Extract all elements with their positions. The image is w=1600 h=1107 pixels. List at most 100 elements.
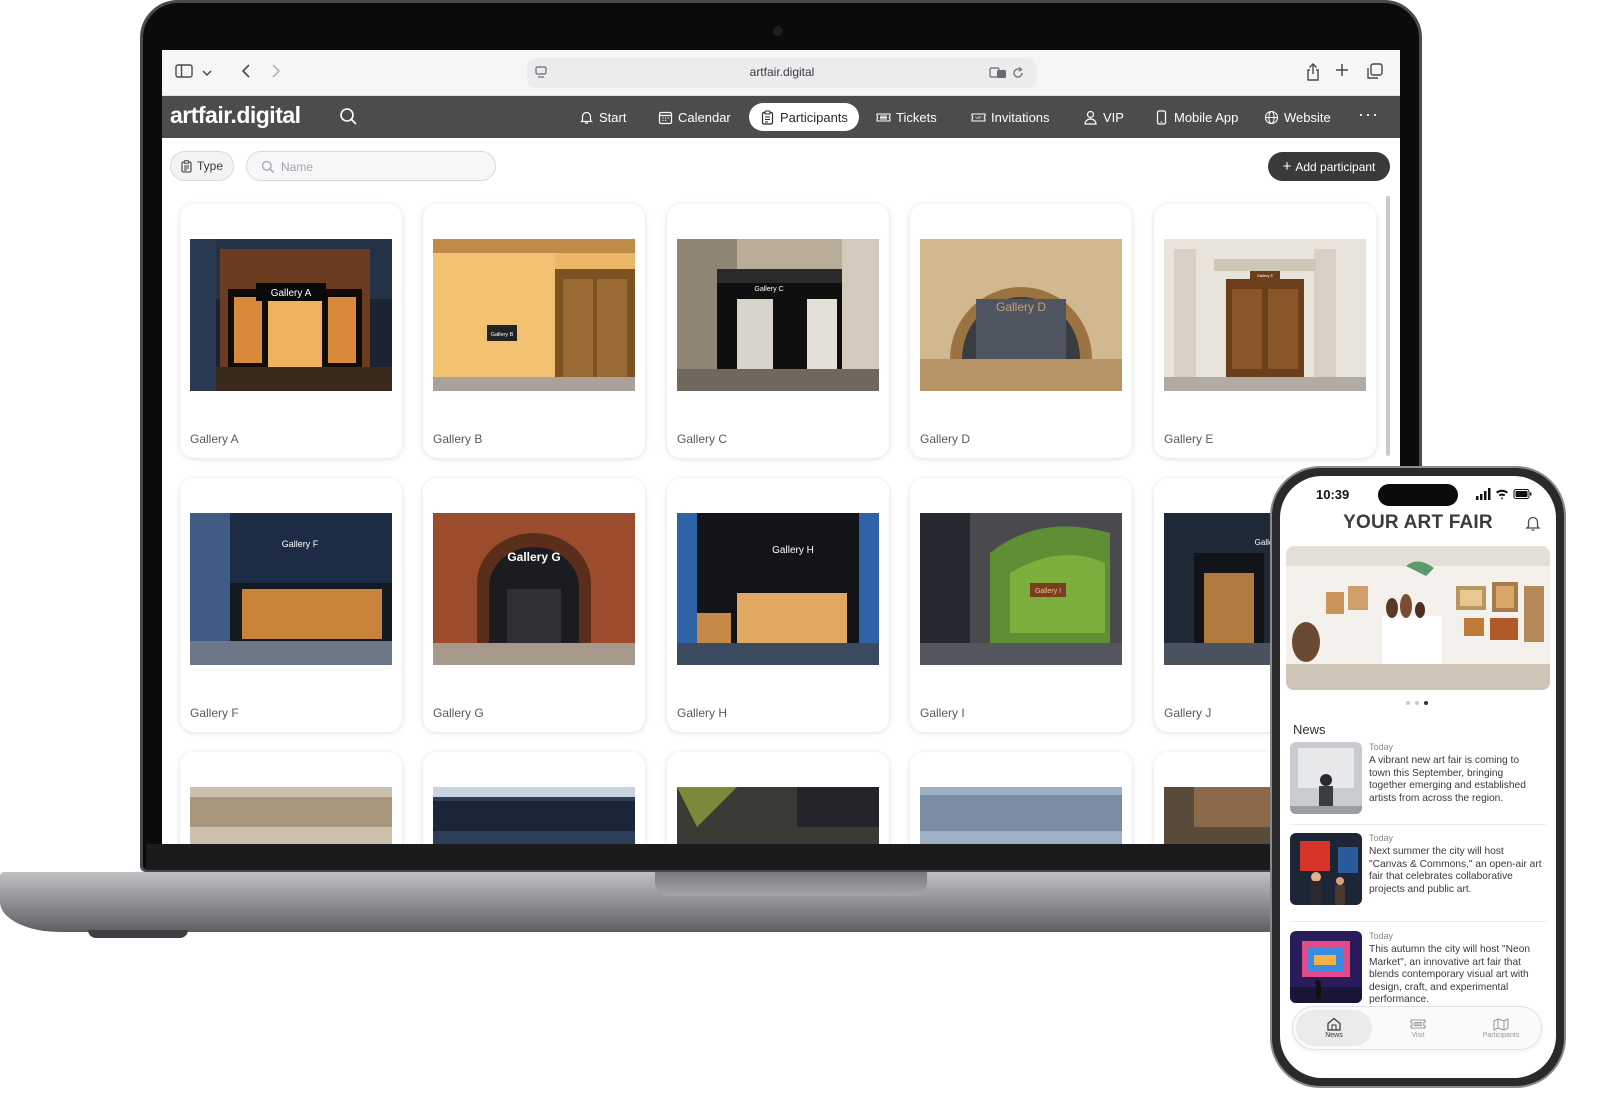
participant-sign: Gallery A bbox=[271, 288, 312, 299]
tab-overview-icon[interactable] bbox=[1366, 63, 1384, 83]
nav-item-invitations[interactable]: VIP Invitations bbox=[960, 103, 1061, 131]
participant-card[interactable] bbox=[180, 752, 402, 844]
new-tab-icon[interactable] bbox=[1334, 63, 1350, 83]
participant-sign: Gallery D bbox=[996, 300, 1046, 314]
translate-icon[interactable] bbox=[989, 67, 1007, 79]
tab-label: Visit bbox=[1411, 1032, 1425, 1039]
bell-icon[interactable] bbox=[1524, 514, 1542, 532]
nav-label: Website bbox=[1284, 109, 1331, 125]
tab-news[interactable]: News bbox=[1296, 1010, 1372, 1046]
participant-image: Gallery I bbox=[920, 513, 1122, 665]
nav-item-start[interactable]: Start bbox=[568, 103, 637, 131]
participant-name: Gallery G bbox=[433, 706, 484, 720]
type-filter-button[interactable]: Type bbox=[170, 151, 234, 181]
phone-icon bbox=[1156, 109, 1167, 125]
home-icon bbox=[1327, 1017, 1341, 1031]
address-bar[interactable]: artfair.digital bbox=[527, 58, 1037, 88]
nav-label: Invitations bbox=[991, 109, 1050, 125]
carousel-indicator[interactable] bbox=[1406, 701, 1434, 707]
participant-sign: Gallery F bbox=[282, 539, 319, 549]
participant-name: Gallery F bbox=[190, 706, 239, 720]
nav-label: Participants bbox=[780, 109, 848, 125]
app-logo[interactable]: artfair.digital bbox=[170, 102, 301, 129]
name-search-field[interactable] bbox=[246, 151, 496, 181]
featured-image-carousel[interactable] bbox=[1286, 546, 1550, 690]
participant-image: Gallery E bbox=[1164, 239, 1366, 391]
participant-image: Gallery A bbox=[190, 239, 392, 391]
more-menu-icon[interactable]: ··· bbox=[1358, 104, 1379, 125]
add-participant-label: Add participant bbox=[1295, 159, 1376, 174]
ticket-icon bbox=[1410, 1019, 1426, 1029]
participant-sign: Gallery I bbox=[1035, 588, 1061, 595]
svg-text:VIP: VIP bbox=[975, 115, 982, 120]
back-icon[interactable] bbox=[238, 63, 254, 83]
share-icon[interactable] bbox=[1305, 63, 1321, 83]
type-filter-label: Type bbox=[196, 159, 223, 173]
participant-name: Gallery C bbox=[677, 432, 728, 446]
news-divider bbox=[1290, 921, 1546, 922]
forward-icon[interactable] bbox=[268, 63, 284, 83]
add-participant-button[interactable]: + Add participant bbox=[1268, 152, 1390, 181]
participant-card[interactable] bbox=[910, 752, 1132, 844]
participant-name: Gallery B bbox=[433, 432, 483, 446]
status-icons bbox=[1476, 488, 1532, 500]
reload-icon[interactable] bbox=[1012, 67, 1024, 79]
phone-screen: 10:39 YOUR ART FAIR News Today A vibrant… bbox=[1280, 476, 1556, 1078]
search-icon[interactable] bbox=[338, 106, 360, 128]
tab-participants[interactable]: Participants bbox=[1463, 1010, 1539, 1046]
news-heading: News bbox=[1293, 722, 1326, 737]
map-icon bbox=[1493, 1018, 1509, 1031]
chevron-down-icon[interactable] bbox=[200, 63, 214, 83]
nav-item-participants[interactable]: Participants bbox=[749, 103, 859, 131]
news-date: Today bbox=[1369, 742, 1394, 752]
participant-card[interactable] bbox=[667, 752, 889, 844]
news-divider bbox=[1290, 824, 1546, 825]
participant-image: Gallery C bbox=[677, 239, 879, 391]
participant-image: Gallery G bbox=[433, 513, 635, 665]
status-time: 10:39 bbox=[1316, 487, 1350, 502]
participant-card[interactable]: Gallery C Gallery C bbox=[667, 204, 889, 458]
participant-card[interactable]: Gallery H Gallery H bbox=[667, 478, 889, 732]
nav-item-mobile-app[interactable]: Mobile App bbox=[1143, 103, 1249, 131]
laptop-notch bbox=[655, 872, 927, 896]
name-search-input[interactable] bbox=[281, 157, 481, 177]
participant-sign: Gallery C bbox=[754, 286, 783, 293]
participants-grid: Gallery A Gallery A Gallery B Gallery B … bbox=[162, 190, 1400, 844]
tab-visit[interactable]: Visit bbox=[1380, 1010, 1456, 1046]
participant-card[interactable]: Gallery B Gallery B bbox=[423, 204, 645, 458]
clipboard-icon bbox=[181, 159, 192, 173]
participant-image: Gallery B bbox=[433, 239, 635, 391]
nav-label: Start bbox=[599, 109, 627, 125]
grid-scrollbar[interactable] bbox=[1386, 196, 1390, 456]
sidebar-toggle-icon[interactable] bbox=[174, 63, 194, 83]
participant-image: Gallery D bbox=[920, 239, 1122, 391]
participant-image: Gallery F bbox=[190, 513, 392, 665]
news-date: Today bbox=[1369, 931, 1394, 941]
participant-card[interactable]: Gallery F Gallery F bbox=[180, 478, 402, 732]
nav-item-website[interactable]: Website bbox=[1253, 103, 1342, 131]
nav-item-vip[interactable]: VIP bbox=[1072, 103, 1135, 131]
browser-toolbar: artfair.digital bbox=[162, 50, 1400, 96]
participant-card[interactable]: Gallery E Gallery E bbox=[1154, 204, 1376, 458]
news-text: A vibrant new art fair is coming to town… bbox=[1369, 755, 1526, 804]
nav-item-tickets[interactable]: Tickets bbox=[865, 103, 948, 131]
participant-card[interactable]: Gallery I Gallery I bbox=[910, 478, 1132, 732]
news-thumbnail bbox=[1290, 931, 1362, 1003]
participant-card[interactable] bbox=[423, 752, 645, 844]
ticket-icon bbox=[876, 112, 891, 122]
participant-card[interactable]: Gallery G Gallery G bbox=[423, 478, 645, 732]
tab-label: Participants bbox=[1482, 1032, 1520, 1039]
bell-icon bbox=[580, 111, 593, 124]
nav-item-calendar[interactable]: Calendar bbox=[647, 103, 742, 131]
camera-dot bbox=[773, 26, 783, 36]
participant-name: Gallery E bbox=[1164, 432, 1214, 446]
participant-card[interactable]: Gallery A Gallery A bbox=[180, 204, 402, 458]
clipboard-icon bbox=[761, 109, 774, 125]
user-icon bbox=[1084, 110, 1097, 125]
laptop-chin bbox=[146, 844, 1418, 870]
participant-image bbox=[920, 787, 1122, 844]
participant-card[interactable]: Gallery D Gallery D bbox=[910, 204, 1132, 458]
tab-label: News bbox=[1325, 1032, 1343, 1039]
participant-name: Gallery I bbox=[920, 706, 965, 720]
participant-image: Gallery H bbox=[677, 513, 879, 665]
